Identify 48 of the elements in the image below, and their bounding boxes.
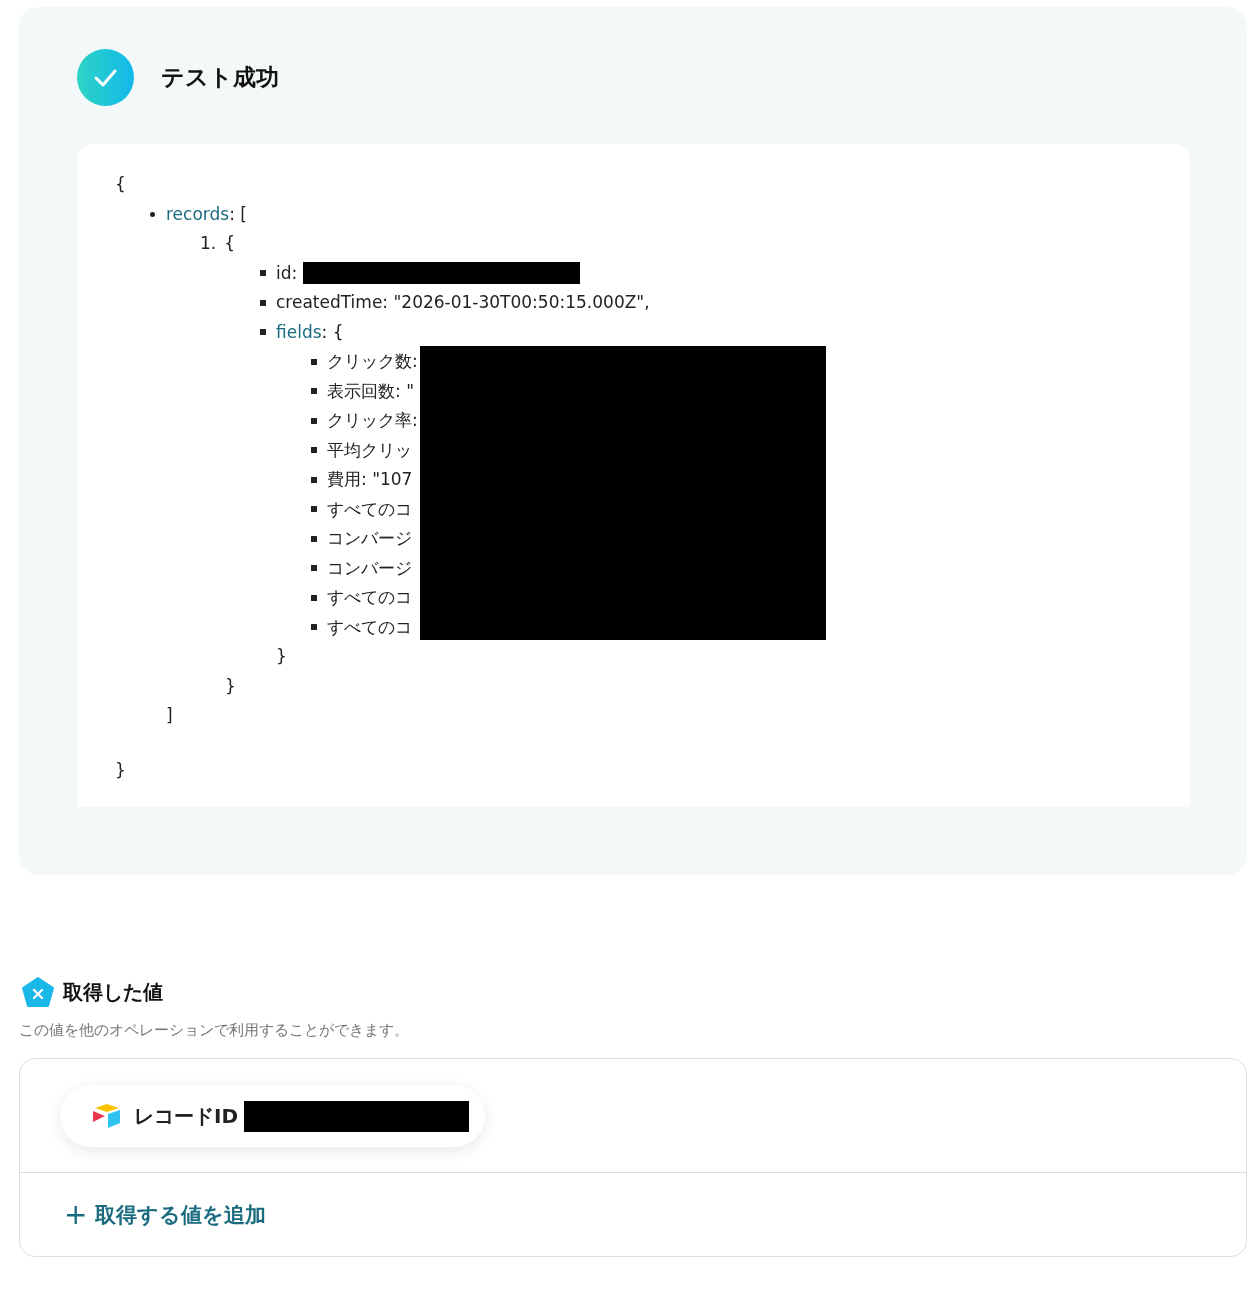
json-key: fields bbox=[276, 317, 322, 347]
bullet-icon bbox=[311, 358, 317, 365]
bullet-icon bbox=[260, 329, 266, 336]
result-title: テスト成功 bbox=[161, 63, 279, 92]
bullet-icon bbox=[311, 417, 317, 424]
list-number: 1. bbox=[200, 232, 217, 255]
bullet-icon bbox=[260, 299, 266, 306]
pentagon-x-icon bbox=[22, 977, 54, 1007]
json-bracket: ] bbox=[166, 704, 173, 727]
check-icon bbox=[77, 49, 134, 106]
json-value: : { bbox=[321, 320, 344, 344]
json-bracket: } bbox=[276, 645, 287, 668]
bullet-icon bbox=[311, 624, 317, 631]
field-entry: すべてのコ bbox=[327, 586, 412, 609]
json-key: createdTime bbox=[276, 288, 383, 318]
json-value: : "2026-01-30T00:50:15.000Z", bbox=[382, 291, 650, 314]
add-value-button[interactable]: + 取得する値を追加 bbox=[64, 1201, 1202, 1229]
bullet-icon bbox=[311, 565, 317, 572]
bullet-icon bbox=[311, 594, 317, 601]
field-entry: 平均クリッ bbox=[327, 438, 412, 462]
field-entry: 表示回数: " bbox=[327, 379, 414, 403]
bullet-icon bbox=[311, 447, 317, 454]
bullet-icon bbox=[311, 535, 317, 542]
section-description: この値を他のオペレーションで利用することができます。 bbox=[19, 1021, 410, 1040]
bullet-icon bbox=[311, 476, 317, 483]
json-value: : [ bbox=[229, 202, 247, 226]
field-entry: クリック数: bbox=[327, 350, 418, 373]
field-entry: クリック率: bbox=[327, 409, 418, 432]
bullet-icon bbox=[311, 388, 317, 395]
field-entry: コンバージ bbox=[327, 527, 412, 550]
json-bracket: { bbox=[115, 173, 126, 196]
json-bracket: } bbox=[225, 674, 236, 698]
field-entry: すべてのコ bbox=[327, 497, 412, 521]
field-entry: すべてのコ bbox=[327, 615, 412, 639]
bullet-icon bbox=[260, 270, 266, 277]
chip-label: レコードID bbox=[134, 1102, 239, 1130]
bullet-icon bbox=[150, 211, 155, 217]
field-entry: 費用: "107 bbox=[327, 468, 413, 491]
field-entry: コンバージ bbox=[327, 556, 412, 580]
json-key: id bbox=[276, 258, 292, 288]
json-key: records bbox=[166, 199, 230, 229]
section-title: 取得した値 bbox=[63, 978, 163, 1006]
value-chip[interactable]: レコードID bbox=[60, 1085, 486, 1147]
bullet-icon bbox=[311, 506, 317, 513]
json-bracket: } bbox=[115, 759, 126, 780]
cube-logo-icon bbox=[92, 1103, 122, 1129]
json-value: : bbox=[291, 261, 298, 285]
json-value: { bbox=[224, 232, 236, 255]
